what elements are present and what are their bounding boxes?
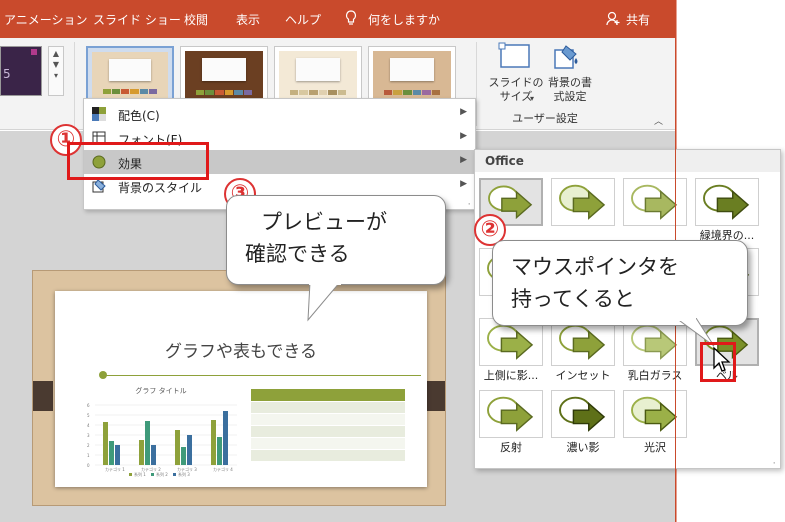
- svg-text:6: 6: [87, 403, 90, 408]
- svg-text:3: 3: [87, 433, 90, 438]
- format-background-icon: [554, 45, 578, 69]
- effect-swatch: [695, 178, 759, 226]
- slide-chart-title: グラフ タイトル: [135, 386, 186, 395]
- menu-item-label: 背景のスタイル: [118, 181, 203, 195]
- svg-text:系列 3: 系列 3: [178, 471, 190, 477]
- menu-item-colors[interactable]: 配色(C) ▶: [84, 102, 475, 126]
- preview-callout-line2: 確認できる: [245, 242, 350, 266]
- effect-label: 乳白ガラス: [627, 369, 683, 382]
- pointer-callout-line1: マウスポインタを: [511, 255, 679, 279]
- svg-text:系列 1: 系列 1: [134, 471, 146, 477]
- background-style-icon: [92, 179, 106, 193]
- ribbon-tab-bar: アニメーション スライド ショー 校閲 表示 ヘルプ 何をしますか 共有: [0, 0, 675, 38]
- effect-option[interactable]: 濃い影: [547, 390, 615, 454]
- variant-thumbnail-3[interactable]: [274, 46, 362, 104]
- tab-view[interactable]: 表示: [236, 11, 260, 28]
- effect-label: インセット: [555, 369, 611, 382]
- slide-size-icon: [498, 42, 530, 68]
- gallery-scroll[interactable]: ▲ ▼ ▾: [48, 46, 64, 96]
- share-button[interactable]: 共有: [626, 11, 650, 28]
- effect-swatch: [479, 390, 543, 438]
- svg-text:4: 4: [87, 423, 90, 428]
- effect-label: 上側に影...: [483, 369, 539, 382]
- effect-swatch: [551, 178, 615, 226]
- share-user-icon: [606, 11, 620, 26]
- effect-preview-icon: [631, 396, 678, 432]
- tab-help[interactable]: ヘルプ: [285, 11, 321, 28]
- svg-text:2: 2: [87, 443, 90, 448]
- effect-preview-icon: [703, 184, 750, 220]
- menu-item-label: 配色(C): [118, 109, 160, 123]
- effect-option[interactable]: 上側に影...: [475, 318, 543, 382]
- variant-thumbnail-4[interactable]: [368, 46, 456, 104]
- chevron-right-icon: ▶: [460, 131, 467, 141]
- tab-animation[interactable]: アニメーション: [4, 11, 88, 28]
- lightbulb-icon: [345, 10, 357, 25]
- theme-thumbnail-partial[interactable]: 5: [0, 46, 42, 96]
- effect-option[interactable]: 反射: [475, 390, 543, 454]
- color-palette-icon: [92, 107, 106, 121]
- variant-thumbnail-1[interactable]: [86, 46, 174, 104]
- svg-text:カテゴリ 4: カテゴリ 4: [213, 466, 233, 472]
- svg-text:5: 5: [87, 413, 90, 418]
- effect-option[interactable]: [619, 178, 687, 242]
- effects-highlight-box: [67, 142, 209, 180]
- effect-swatch: [623, 178, 687, 226]
- gallery-header: Office: [475, 150, 780, 172]
- pointer-callout: マウスポインタを 持ってくると: [492, 240, 748, 326]
- chevron-right-icon: ▶: [460, 155, 467, 165]
- effect-label: 反射: [500, 441, 522, 454]
- tab-slideshow[interactable]: スライド ショー: [93, 11, 181, 28]
- svg-text:0: 0: [87, 463, 90, 468]
- effect-preview-icon: [559, 184, 606, 220]
- effect-option[interactable]: インセット: [547, 318, 615, 382]
- effect-option[interactable]: [547, 178, 615, 242]
- svg-text:系列 2: 系列 2: [156, 471, 168, 477]
- effect-preview-icon: [559, 396, 606, 432]
- callout-pointer: [307, 282, 341, 322]
- slide-chart: グラフ タイトル 65 43 21 0 カテゴリ 1 カテゴリ 2 カテゴリ 3…: [87, 386, 237, 477]
- preview-callout-line1: プレビューが: [261, 210, 387, 234]
- effect-option[interactable]: 緑境界の...: [691, 178, 759, 242]
- chevron-right-icon: ▶: [460, 179, 467, 189]
- variant-thumbnail-2[interactable]: [180, 46, 268, 104]
- slide-preview[interactable]: グラフや表もできる グラフ タイトル 6 5 4 3 2 1 0 カテゴリ 1 カテゴ…: [32, 270, 446, 506]
- slide-title: グラフや表もできる: [165, 342, 317, 362]
- effect-preview-icon: [631, 184, 678, 220]
- tab-review[interactable]: 校閲: [184, 11, 208, 28]
- slide-table: [251, 389, 405, 469]
- mouse-cursor-icon: [713, 346, 731, 372]
- effect-label: 濃い影: [566, 441, 600, 454]
- preview-callout: プレビューが 確認できる: [226, 195, 446, 285]
- slide-paper: グラフや表もできる グラフ タイトル 6 5 4 3 2 1 0 カテゴリ 1 カテゴ…: [55, 291, 427, 487]
- resize-grip-icon[interactable]: ⠠: [465, 198, 471, 207]
- customize-group-label: ユーザー設定: [512, 112, 578, 125]
- effect-preview-icon: [487, 396, 534, 432]
- resize-grip-icon[interactable]: ⠠: [770, 457, 776, 466]
- svg-text:カテゴリ 1: カテゴリ 1: [105, 466, 125, 472]
- effect-option[interactable]: 光沢: [619, 390, 687, 454]
- chevron-down-icon: ▾: [530, 94, 535, 103]
- effect-swatch: [551, 390, 615, 438]
- effect-label: 光沢: [644, 441, 666, 454]
- effect-swatch: [623, 390, 687, 438]
- format-background-button[interactable]: 背景の書 式設定: [542, 76, 598, 104]
- chevron-right-icon: ▶: [460, 107, 467, 117]
- effect-option[interactable]: 乳白ガラス: [619, 318, 687, 382]
- svg-text:1: 1: [87, 453, 90, 458]
- tell-me-search[interactable]: 何をしますか: [368, 11, 440, 28]
- pointer-callout-line2: 持ってくると: [511, 287, 635, 311]
- collapse-ribbon-icon[interactable]: ︿: [654, 114, 663, 127]
- slide-size-button[interactable]: スライドの サイズ: [488, 76, 544, 104]
